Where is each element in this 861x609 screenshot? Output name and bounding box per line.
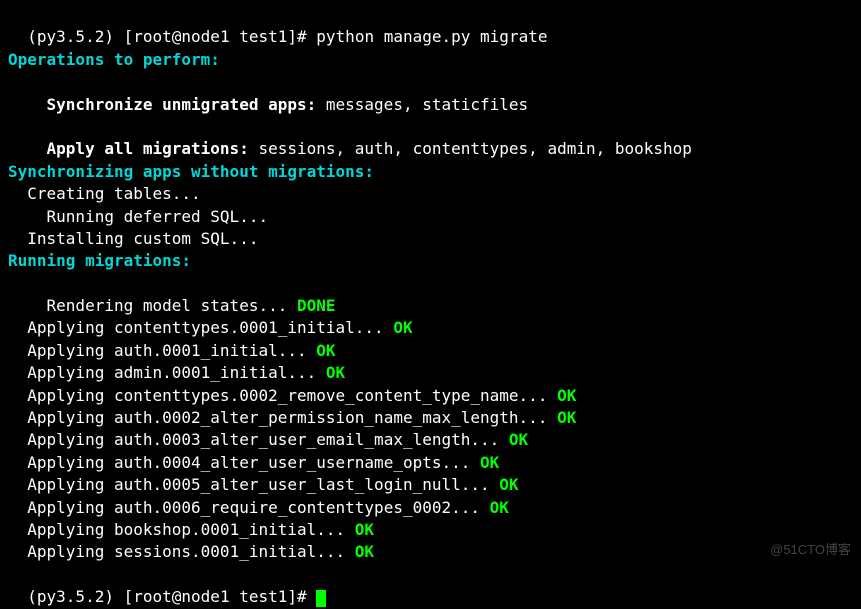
migration-name: auth.0005_alter_user_last_login_null... xyxy=(114,475,490,494)
applying-label: Applying xyxy=(27,341,114,360)
applying-label: Applying xyxy=(27,453,114,472)
ok-status: OK xyxy=(547,386,576,405)
ok-status: OK xyxy=(490,475,519,494)
applying-label: Applying xyxy=(27,498,114,517)
migration-name: contenttypes.0002_remove_content_type_na… xyxy=(114,386,547,405)
migration-name: admin.0001_initial... xyxy=(114,363,316,382)
applying-label: Applying xyxy=(27,318,114,337)
sync-without-header: Synchronizing apps without migrations: xyxy=(8,161,853,183)
venv-label: (py3.5.2) xyxy=(27,27,114,46)
migration-name: bookshop.0001_initial... xyxy=(114,520,345,539)
migration-apply-line: Applying auth.0003_alter_user_email_max_… xyxy=(8,429,853,451)
ok-status: OK xyxy=(499,430,528,449)
apply-all-value: sessions, auth, contenttypes, admin, boo… xyxy=(249,139,692,158)
ok-status: OK xyxy=(307,341,336,360)
prompt-line-2[interactable]: (py3.5.2) [root@node1 test1]# xyxy=(8,564,853,609)
apply-all-label: Apply all migrations: xyxy=(47,139,249,158)
venv-label: (py3.5.2) xyxy=(27,587,114,606)
ok-status: OK xyxy=(316,363,345,382)
migration-name: auth.0003_alter_user_email_max_length... xyxy=(114,430,499,449)
ok-status: OK xyxy=(547,408,576,427)
sync-unmigrated-line: Synchronize unmigrated apps: messages, s… xyxy=(8,71,853,116)
migration-apply-line: Applying auth.0006_require_contenttypes_… xyxy=(8,497,853,519)
done-status: DONE xyxy=(287,296,335,315)
ok-status: OK xyxy=(480,498,509,517)
migration-name: auth.0006_require_contenttypes_0002... xyxy=(114,498,480,517)
creating-tables: Creating tables... xyxy=(8,183,853,205)
apply-all-line: Apply all migrations: sessions, auth, co… xyxy=(8,116,853,161)
ok-status: OK xyxy=(384,318,413,337)
ok-status: OK xyxy=(345,520,374,539)
applying-label: Applying xyxy=(27,542,114,561)
migration-apply-line: Applying auth.0004_alter_user_username_o… xyxy=(8,452,853,474)
applying-label: Applying xyxy=(27,386,114,405)
applying-label: Applying xyxy=(27,363,114,382)
migration-name: auth.0001_initial... xyxy=(114,341,307,360)
migration-name: sessions.0001_initial... xyxy=(114,542,345,561)
migration-name: contenttypes.0001_initial... xyxy=(114,318,384,337)
migration-apply-line: Applying contenttypes.0001_initial... OK xyxy=(8,317,853,339)
ok-status: OK xyxy=(345,542,374,561)
migration-apply-line: Applying auth.0002_alter_permission_name… xyxy=(8,407,853,429)
user-host: [root@node1 test1]# xyxy=(124,587,307,606)
installing-custom: Installing custom SQL... xyxy=(8,228,853,250)
migration-name: auth.0002_alter_permission_name_max_leng… xyxy=(114,408,547,427)
applying-label: Applying xyxy=(27,430,114,449)
migration-apply-line: Applying auth.0005_alter_user_last_login… xyxy=(8,474,853,496)
applying-label: Applying xyxy=(27,520,114,539)
migrations-list: Applying contenttypes.0001_initial... OK… xyxy=(8,317,853,563)
migration-apply-line: Applying contenttypes.0002_remove_conten… xyxy=(8,385,853,407)
prompt-line-1: (py3.5.2) [root@node1 test1]# python man… xyxy=(8,4,853,49)
migration-apply-line: Applying sessions.0001_initial... OK xyxy=(8,541,853,563)
user-host: [root@node1 test1]# xyxy=(124,27,307,46)
command-text: python manage.py migrate xyxy=(316,27,547,46)
running-migrations-header: Running migrations: xyxy=(8,250,853,272)
watermark: @51CTO博客 xyxy=(770,541,851,559)
migration-apply-line: Applying admin.0001_initial... OK xyxy=(8,362,853,384)
operations-header: Operations to perform: xyxy=(8,49,853,71)
migration-apply-line: Applying bookshop.0001_initial... OK xyxy=(8,519,853,541)
running-deferred: Running deferred SQL... xyxy=(8,206,853,228)
sync-apps-label: Synchronize unmigrated apps: xyxy=(47,95,317,114)
migration-name: auth.0004_alter_user_username_opts... xyxy=(114,453,470,472)
render-states-label: Rendering model states... xyxy=(47,296,288,315)
render-states-line: Rendering model states... DONE xyxy=(8,273,853,318)
sync-apps-value: messages, staticfiles xyxy=(316,95,528,114)
ok-status: OK xyxy=(470,453,499,472)
applying-label: Applying xyxy=(27,408,114,427)
migration-apply-line: Applying auth.0001_initial... OK xyxy=(8,340,853,362)
applying-label: Applying xyxy=(27,475,114,494)
cursor-block xyxy=(316,590,326,608)
